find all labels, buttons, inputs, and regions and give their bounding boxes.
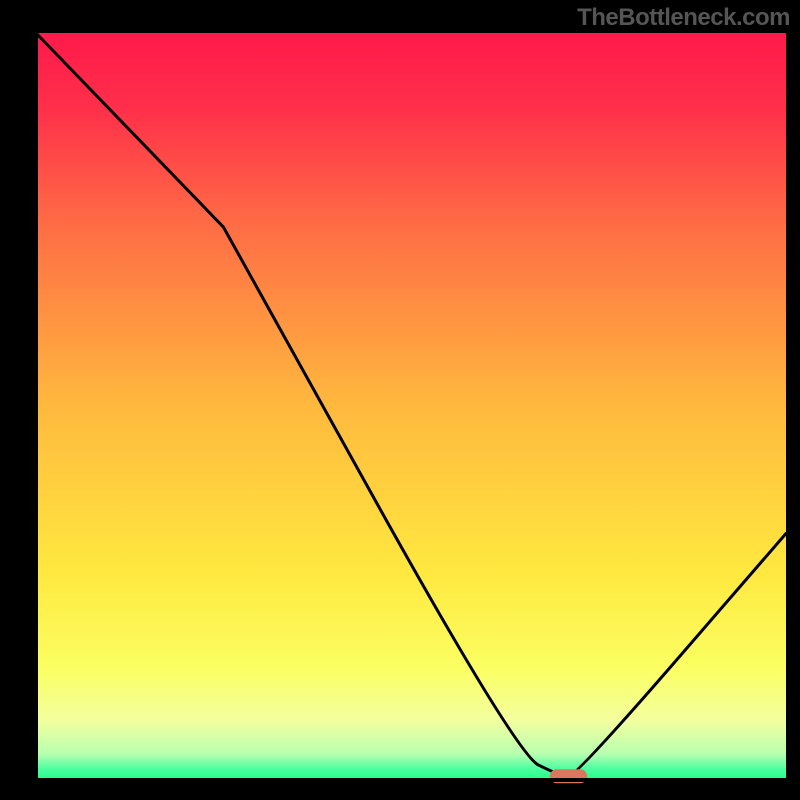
chart-container: { "watermark": "TheBottleneck.com", "cha… bbox=[0, 0, 800, 800]
watermark-text: TheBottleneck.com bbox=[577, 4, 790, 32]
bottleneck-chart bbox=[0, 0, 800, 800]
plot-background bbox=[36, 33, 786, 780]
